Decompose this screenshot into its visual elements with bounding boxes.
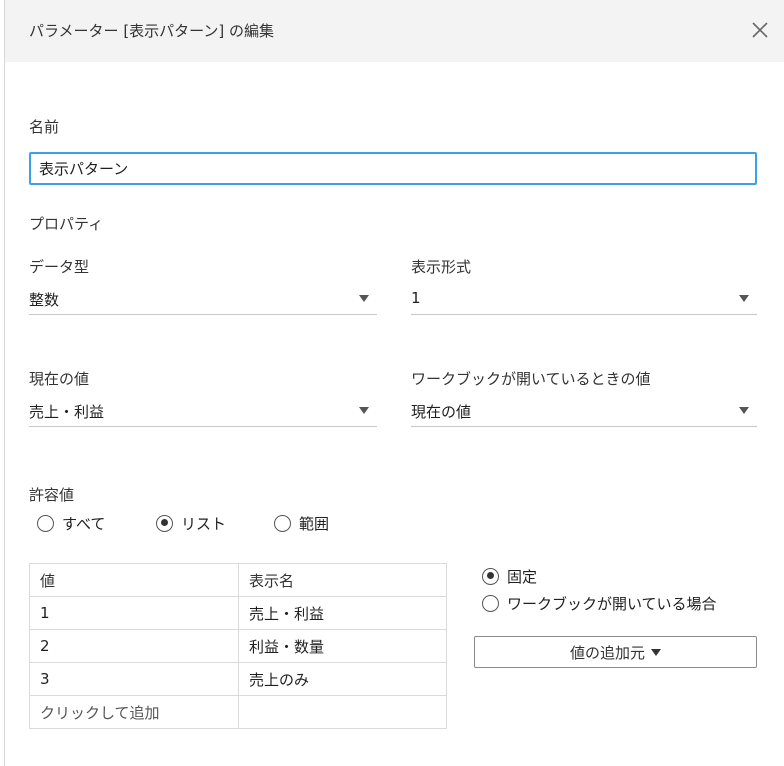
radio-circle	[37, 514, 54, 532]
data-type-value: 整数	[29, 291, 60, 309]
radio-list-label: リスト	[181, 514, 227, 533]
table-row[interactable]: 3 売上のみ	[29, 662, 447, 696]
table-cell-value[interactable]: 1	[29, 596, 239, 630]
add-row-cell[interactable]: クリックして追加	[29, 695, 239, 729]
close-button[interactable]	[746, 16, 774, 44]
triangle-down-icon	[359, 295, 369, 302]
column-header-display-name: 表示名	[238, 563, 447, 597]
radio-when-workbook-opens-label: ワークブックが開いている場合	[507, 594, 717, 613]
workbook-open-value-select[interactable]: 現在の値	[411, 395, 757, 427]
display-format-label: 表示形式	[411, 258, 472, 276]
add-values-from-button[interactable]: 値の追加元	[474, 636, 757, 668]
table-header-row: 値 表示名	[29, 563, 447, 597]
table-cell-display-name[interactable]: 売上・利益	[238, 596, 447, 630]
radio-circle	[274, 514, 291, 532]
value-list-table: 値 表示名 1 売上・利益 2 利益・数量 3 売上のみ クリックして追加	[29, 563, 447, 729]
data-type-label: データ型	[29, 258, 90, 276]
workbook-open-value-label: ワークブックが開いているときの値	[411, 370, 651, 388]
radio-fixed[interactable]: 固定	[482, 565, 537, 587]
radio-all[interactable]: すべて	[37, 512, 105, 534]
current-value-label: 現在の値	[29, 370, 90, 388]
radio-all-label: すべて	[62, 514, 106, 533]
edit-parameter-dialog: パラメーター [表示パターン] の編集 名前 プロパティ データ型 整数 表示形…	[4, 0, 784, 766]
table-cell-value[interactable]: 2	[29, 629, 239, 663]
add-values-from-label: 値の追加元	[569, 643, 645, 662]
radio-when-workbook-opens[interactable]: ワークブックが開いている場合	[482, 592, 717, 614]
dialog-title: パラメーター [表示パターン] の編集	[29, 22, 275, 40]
radio-circle	[482, 594, 499, 612]
radio-list[interactable]: リスト	[156, 512, 226, 534]
table-row[interactable]: 1 売上・利益	[29, 596, 447, 630]
current-value-value: 売上・利益	[29, 403, 105, 421]
table-cell-value[interactable]: 3	[29, 662, 239, 696]
radio-fixed-label: 固定	[507, 567, 538, 586]
column-header-value: 値	[29, 563, 239, 597]
radio-range-label: 範囲	[299, 514, 330, 533]
table-row[interactable]: 2 利益・数量	[29, 629, 447, 663]
allowed-values-label: 許容値	[29, 486, 75, 504]
data-type-select[interactable]: 整数	[29, 283, 377, 315]
empty-cell[interactable]	[238, 695, 447, 729]
workbook-open-value-value: 現在の値	[411, 403, 472, 421]
table-cell-display-name[interactable]: 利益・数量	[238, 629, 447, 663]
display-format-value: 1	[411, 289, 421, 307]
triangle-down-icon	[651, 648, 661, 656]
add-row[interactable]: クリックして追加	[29, 695, 447, 729]
properties-heading: プロパティ	[29, 215, 104, 233]
radio-circle-selected	[156, 514, 173, 532]
dialog-titlebar: パラメーター [表示パターン] の編集	[5, 0, 784, 62]
table-cell-display-name[interactable]: 売上のみ	[238, 662, 447, 696]
current-value-select[interactable]: 売上・利益	[29, 395, 377, 427]
triangle-down-icon	[739, 407, 749, 414]
radio-range[interactable]: 範囲	[274, 512, 329, 534]
name-label: 名前	[29, 118, 60, 136]
close-icon	[752, 22, 768, 38]
display-format-select[interactable]: 1	[411, 283, 757, 315]
name-input[interactable]	[29, 152, 757, 185]
triangle-down-icon	[359, 407, 369, 414]
radio-circle-selected	[482, 567, 499, 585]
triangle-down-icon	[739, 295, 749, 302]
